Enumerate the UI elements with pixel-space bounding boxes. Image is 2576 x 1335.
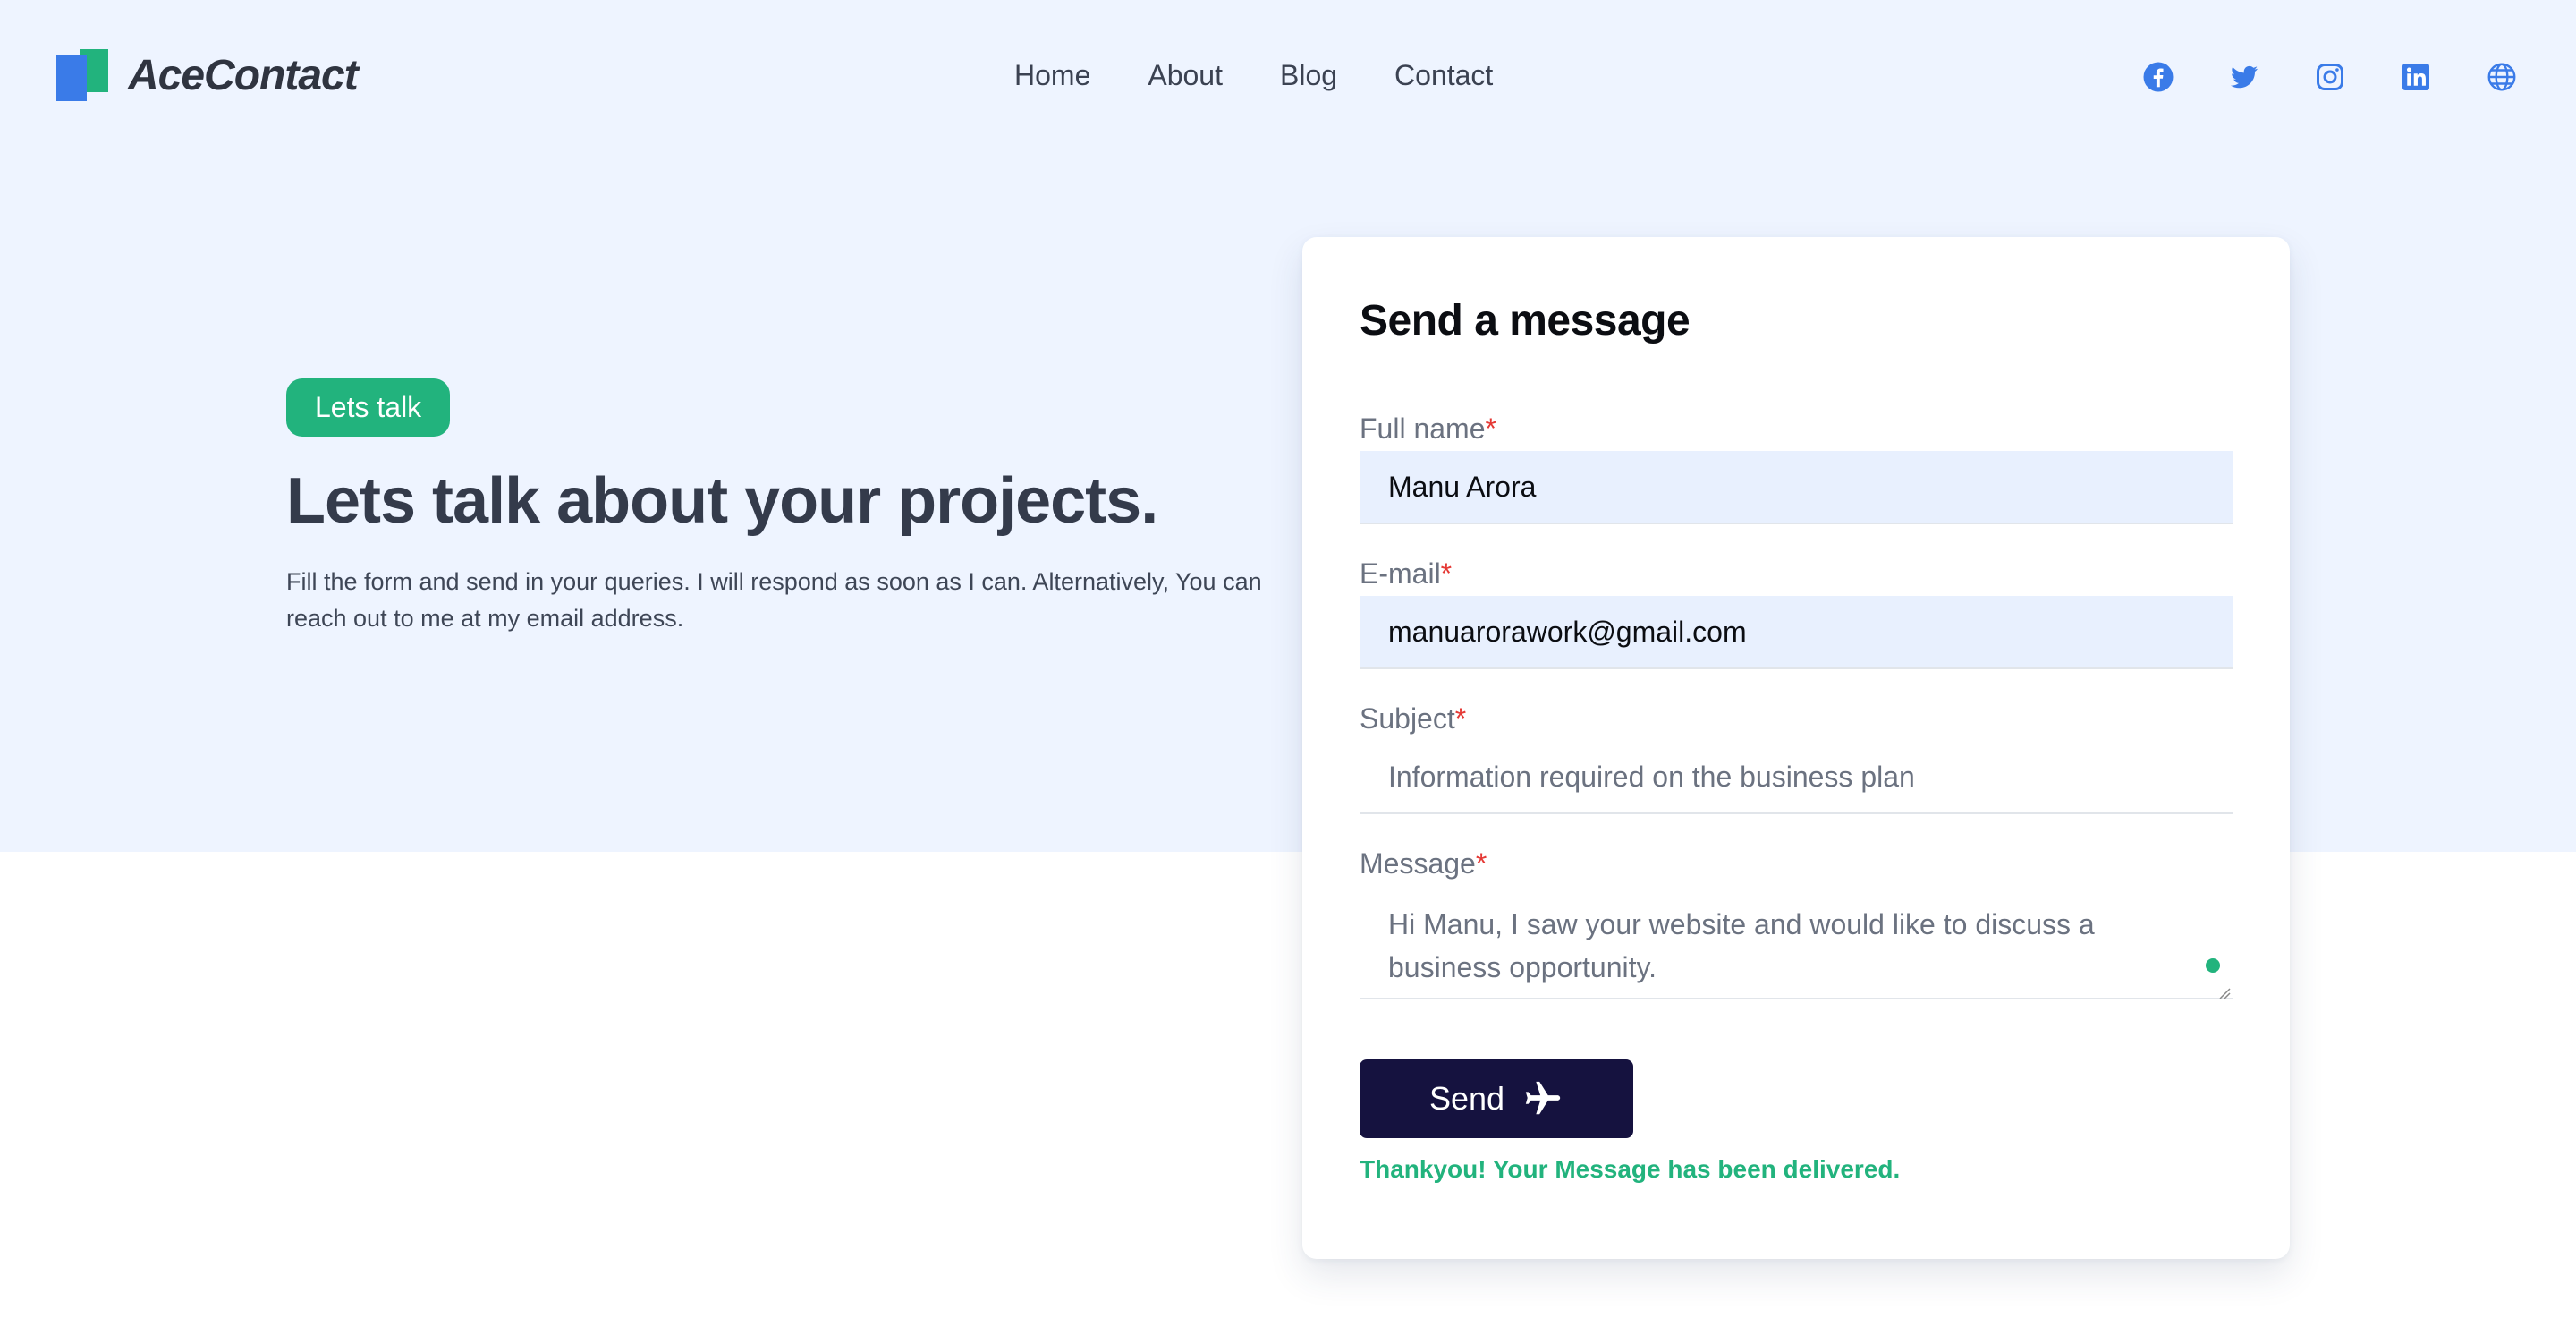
social-links xyxy=(2142,61,2518,93)
globe-icon[interactable] xyxy=(2486,61,2518,93)
instagram-icon[interactable] xyxy=(2314,61,2346,93)
send-button-label: Send xyxy=(1428,1080,1505,1117)
full-name-label: Full name* xyxy=(1360,412,1496,445)
nav-blog[interactable]: Blog xyxy=(1280,59,1337,92)
nav-about[interactable]: About xyxy=(1148,59,1223,92)
logo[interactable]: AceContact xyxy=(56,49,359,101)
brand-name: AceContact xyxy=(128,51,359,99)
nav-home[interactable]: Home xyxy=(1014,59,1090,92)
contact-form-card: Send a message Full name* E-mail* Subjec… xyxy=(1302,237,2290,1259)
full-name-field[interactable] xyxy=(1360,451,2233,524)
hero-description: Fill the form and send in your queries. … xyxy=(286,568,1262,632)
message-field[interactable]: Hi Manu, I saw your website and would li… xyxy=(1360,894,2233,999)
linkedin-icon[interactable] xyxy=(2400,61,2432,93)
email-label: E-mail* xyxy=(1360,557,1453,590)
twitter-icon[interactable] xyxy=(2228,61,2260,93)
email-field[interactable] xyxy=(1360,596,2233,669)
grammar-indicator-dot xyxy=(2206,958,2220,973)
hero-title: Lets talk about your projects. xyxy=(286,465,1158,537)
nav-contact[interactable]: Contact xyxy=(1394,59,1493,92)
form-title: Send a message xyxy=(1360,297,1690,344)
resize-handle-icon[interactable] xyxy=(2216,985,2231,999)
message-label: Message* xyxy=(1360,847,1487,880)
site-header: AceContact Home About Blog Contact xyxy=(0,0,2576,157)
facebook-icon[interactable] xyxy=(2142,61,2174,93)
subject-label: Subject* xyxy=(1360,702,1467,735)
logo-icon xyxy=(56,49,108,101)
lets-talk-badge: Lets talk xyxy=(286,378,451,437)
subject-field[interactable] xyxy=(1360,741,2233,814)
main-nav: Home About Blog Contact xyxy=(1014,59,1493,92)
send-button[interactable]: Send xyxy=(1360,1059,1633,1138)
airplane-icon xyxy=(1525,1081,1561,1115)
success-message: Thankyou! Your Message has been delivere… xyxy=(1360,1155,1901,1183)
